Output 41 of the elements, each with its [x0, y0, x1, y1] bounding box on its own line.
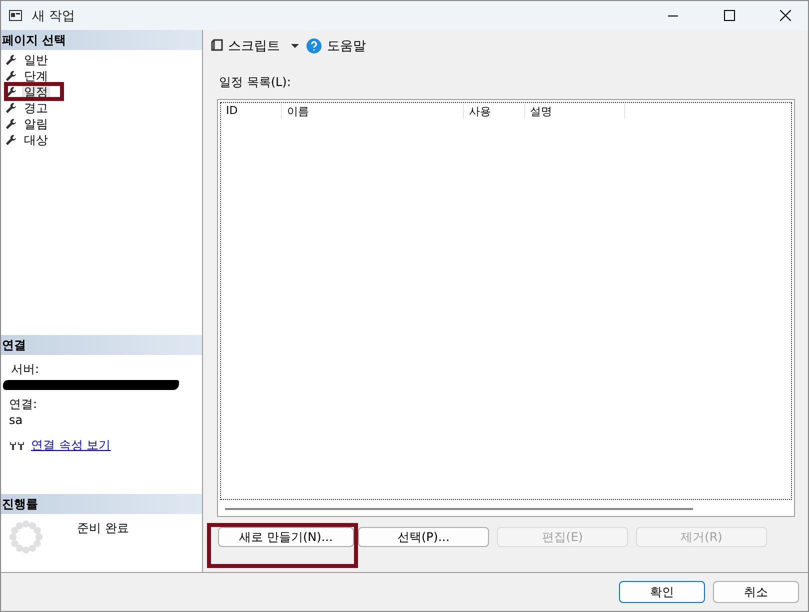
- close-icon: [780, 10, 790, 21]
- maximize-icon: [724, 10, 734, 21]
- wrench-icon: [5, 86, 17, 98]
- wrench-icon: [5, 102, 17, 114]
- page-item[interactable]: 알림: [5, 116, 54, 132]
- list-label: 일정 목록(L):: [219, 74, 292, 91]
- status-text: 준비 완료: [77, 520, 129, 537]
- scrollbar[interactable]: [225, 508, 693, 510]
- section-header: 연결: [1, 335, 202, 355]
- wrench-icon: [5, 70, 17, 82]
- page-item[interactable]: 대상: [5, 132, 54, 148]
- wrench-icon: [5, 54, 17, 66]
- script-button[interactable]: 스크립트: [211, 37, 280, 55]
- plug-icon: [9, 440, 25, 450]
- page-item[interactable]: 일반: [5, 52, 54, 68]
- page-item[interactable]: 단계: [5, 68, 54, 84]
- list-action-button[interactable]: 선택(P)...: [358, 527, 489, 547]
- connection-label: 연결:: [9, 396, 38, 413]
- column-header[interactable]: ID: [221, 104, 282, 118]
- column-header[interactable]: 설명: [525, 104, 625, 118]
- connection-value: sa: [9, 413, 24, 427]
- wrench-icon: [5, 134, 17, 146]
- list-action-button[interactable]: 새로 만들기(N)...: [218, 527, 354, 547]
- spinner-icon: [9, 520, 43, 554]
- help-icon: [306, 38, 322, 54]
- highlight-frame: [4, 82, 64, 101]
- section-header: 진행률: [1, 494, 202, 514]
- dialog-button[interactable]: 확인: [619, 581, 705, 603]
- scroll-icon: [211, 39, 223, 53]
- section-header: 페이지 선택: [1, 30, 202, 50]
- column-header[interactable]: 사용: [464, 104, 525, 118]
- help-button[interactable]: 도움말: [306, 37, 366, 55]
- page-item[interactable]: 경고: [5, 100, 54, 116]
- server-label: 서버:: [11, 361, 40, 378]
- wrench-icon: [5, 118, 17, 130]
- dialog-button[interactable]: 취소: [713, 581, 799, 603]
- schedule-list[interactable]: ID 이름 사용 설명: [217, 99, 795, 517]
- window-icon: [9, 10, 22, 21]
- connection-properties-link[interactable]: 연결 속성 보기: [31, 437, 111, 454]
- window-title: 새 작업: [32, 8, 76, 24]
- column-header[interactable]: 이름: [282, 104, 464, 118]
